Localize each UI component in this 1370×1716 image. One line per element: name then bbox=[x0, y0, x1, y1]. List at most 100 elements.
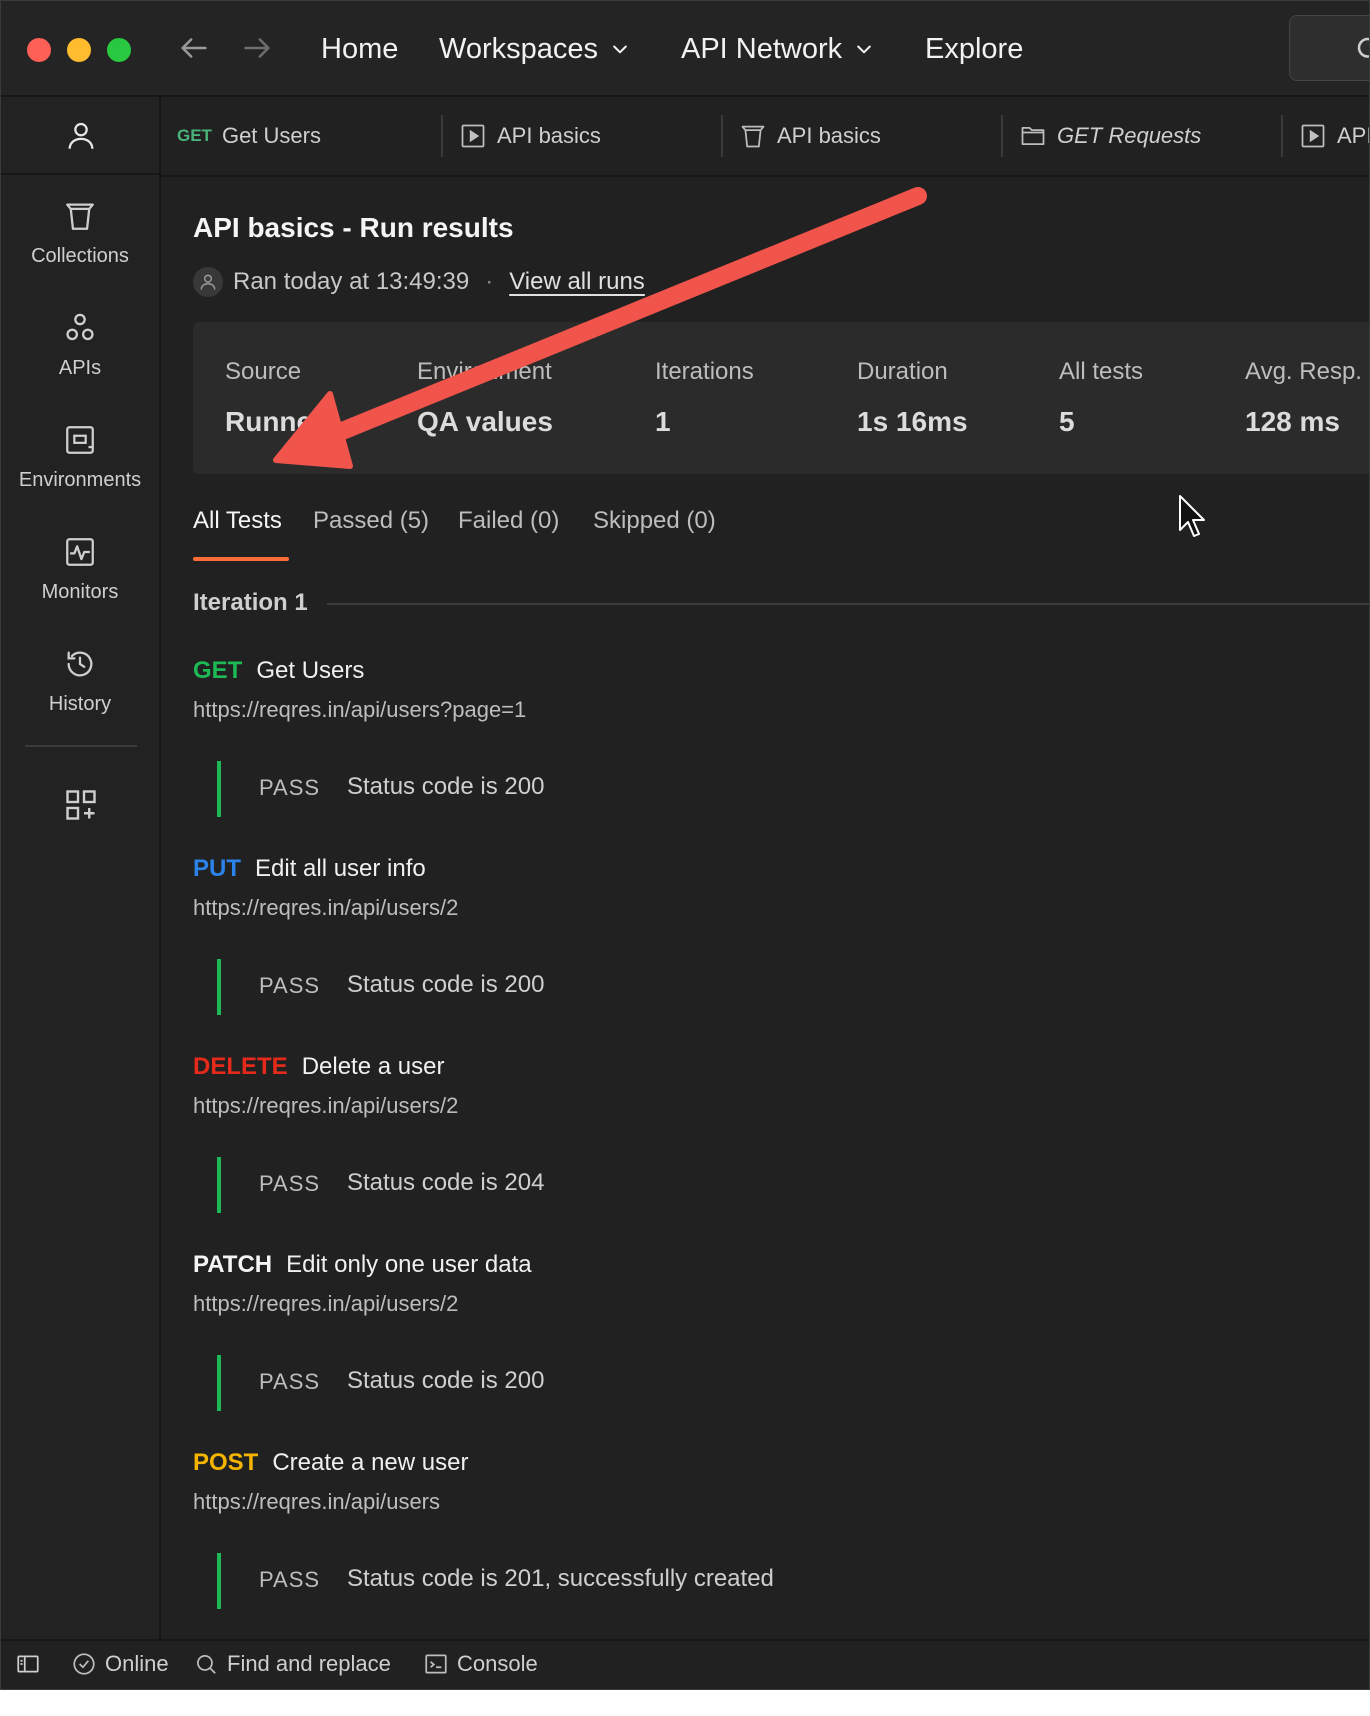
test-status: PASS bbox=[259, 775, 321, 800]
nav-workspaces[interactable]: Workspaces bbox=[439, 31, 630, 67]
left-sidebar: Collections APIs Environments Monitors H… bbox=[1, 97, 161, 1639]
test-name: Status code is 200 bbox=[347, 773, 545, 800]
online-label: Online bbox=[105, 1651, 169, 1676]
iteration-divider bbox=[327, 603, 1369, 605]
tab-runner-api-basics[interactable]: API basics bbox=[459, 97, 601, 175]
request-url: https://reqres.in/api/users/2 bbox=[193, 1093, 459, 1118]
runner-icon bbox=[1301, 124, 1325, 148]
sidebar-item-label: APIs bbox=[58, 357, 102, 379]
tab-get-requests-folder[interactable]: GET Requests bbox=[1019, 97, 1201, 175]
test-name: Status code is 204 bbox=[347, 1169, 545, 1196]
sidebar-item-environments[interactable]: Environments bbox=[1, 423, 159, 523]
open-tabs-bar: GET Get Users API basics API basics GET … bbox=[161, 97, 1369, 177]
close-window-button[interactable] bbox=[27, 38, 51, 62]
tab-skipped[interactable]: Skipped (0) bbox=[593, 507, 716, 535]
title-bar: Home Workspaces API Network Explore bbox=[1, 1, 1369, 97]
console-icon bbox=[425, 1654, 447, 1674]
request-heading[interactable]: POST Create a new user bbox=[193, 1449, 1343, 1477]
request-url: https://reqres.in/api/users/2 bbox=[193, 895, 459, 920]
summary-key: All tests bbox=[1059, 358, 1144, 385]
tab-method-badge: GET bbox=[177, 126, 212, 145]
test-name: Status code is 200 bbox=[347, 971, 545, 998]
check-circle-icon bbox=[73, 1653, 95, 1675]
pass-indicator-bar bbox=[217, 761, 221, 817]
nav-explore-label: Explore bbox=[925, 32, 1024, 65]
test-status: PASS bbox=[259, 1171, 321, 1196]
sidebar-item-label: Environments bbox=[18, 469, 142, 491]
find-replace-label: Find and replace bbox=[227, 1651, 391, 1676]
run-results-panel: API basics - Run results Ran today at 13… bbox=[161, 179, 1369, 1639]
sidebar-item-collections[interactable]: Collections bbox=[1, 199, 159, 299]
tab-separator bbox=[1001, 115, 1003, 157]
workspace-user-area[interactable] bbox=[1, 97, 159, 175]
meta-separator: · bbox=[485, 268, 494, 295]
test-name: Status code is 200 bbox=[347, 1367, 545, 1394]
folder-icon bbox=[1021, 126, 1045, 146]
tab-get-users[interactable]: GET Get Users bbox=[177, 97, 321, 175]
request-name: Get Users bbox=[256, 657, 365, 684]
request-heading[interactable]: PUT Edit all user info bbox=[193, 855, 1343, 883]
request-result: PATCH Edit only one user data https://req… bbox=[193, 1251, 1343, 1431]
tab-all-tests[interactable]: All Tests bbox=[193, 507, 282, 535]
summary-value: Runner bbox=[225, 406, 323, 437]
request-name: Delete a user bbox=[301, 1053, 445, 1080]
tab-separator bbox=[1281, 115, 1283, 157]
nav-workspaces-label: Workspaces bbox=[439, 32, 599, 65]
monitors-icon bbox=[66, 538, 94, 566]
summary-all-tests: All tests 5 bbox=[1059, 358, 1143, 438]
back-arrow-icon[interactable] bbox=[177, 31, 211, 65]
console-button[interactable]: Console bbox=[423, 1651, 538, 1677]
nav-explore[interactable]: Explore bbox=[925, 31, 1023, 67]
sidebar-item-monitors[interactable]: Monitors bbox=[1, 535, 159, 635]
request-result: PUT Edit all user info https://reqres.in/… bbox=[193, 855, 1343, 1035]
request-heading[interactable]: GET Get Users bbox=[193, 657, 1343, 685]
request-method: POST bbox=[193, 1449, 259, 1476]
request-method: DELETE bbox=[193, 1053, 288, 1080]
summary-value: 1 bbox=[655, 406, 671, 437]
summary-value: QA values bbox=[417, 406, 553, 437]
run-meta: Ran today at 13:49:39 · View all runs bbox=[193, 267, 645, 297]
configure-sidebar-icon[interactable] bbox=[63, 787, 99, 823]
tab-label: API basics bbox=[777, 123, 881, 148]
tab-failed[interactable]: Failed (0) bbox=[458, 507, 559, 535]
request-url: https://reqres.in/api/users?page=1 bbox=[193, 697, 527, 722]
tab-runner-api[interactable]: API bbox=[1299, 97, 1369, 175]
nav-api-network[interactable]: API Network bbox=[681, 31, 874, 67]
runner-icon bbox=[461, 124, 485, 148]
summary-key: Duration bbox=[857, 358, 948, 385]
user-icon bbox=[200, 274, 216, 290]
summary-duration: Duration 1s 16ms bbox=[857, 358, 968, 438]
sidebar-item-apis[interactable]: APIs bbox=[1, 311, 159, 411]
tab-collection-api-basics[interactable]: API basics bbox=[739, 97, 881, 175]
request-heading[interactable]: PATCH Edit only one user data bbox=[193, 1251, 1343, 1279]
search-box[interactable] bbox=[1289, 15, 1369, 81]
forward-arrow-icon[interactable] bbox=[240, 31, 274, 65]
avatar bbox=[193, 267, 223, 297]
collections-icon bbox=[66, 203, 94, 230]
nav-home[interactable]: Home bbox=[321, 31, 398, 67]
view-all-runs-link[interactable]: View all runs bbox=[509, 268, 645, 296]
search-icon bbox=[197, 1655, 216, 1674]
environments-icon bbox=[66, 426, 94, 454]
request-heading[interactable]: DELETE Delete a user bbox=[193, 1053, 1343, 1081]
summary-key: Avg. Resp. bbox=[1245, 358, 1362, 385]
collection-icon bbox=[741, 125, 765, 148]
test-status: PASS bbox=[259, 1369, 321, 1394]
tab-label: Get Users bbox=[221, 123, 321, 148]
sidebar-item-history[interactable]: History bbox=[1, 647, 159, 747]
tab-passed[interactable]: Passed (5) bbox=[313, 507, 429, 535]
nav-api-network-label: API Network bbox=[681, 32, 843, 65]
apis-icon bbox=[66, 313, 94, 341]
maximize-window-button[interactable] bbox=[107, 38, 131, 62]
sidebar-item-label: History bbox=[48, 693, 112, 715]
minimize-window-button[interactable] bbox=[67, 38, 91, 62]
active-tab-indicator bbox=[193, 557, 289, 561]
summary-avg-response: Avg. Resp. 128 ms bbox=[1245, 358, 1362, 438]
sidebar-item-label: Monitors bbox=[41, 581, 119, 603]
find-and-replace-button[interactable]: Find and replace bbox=[193, 1651, 391, 1677]
request-name: Edit only one user data bbox=[286, 1251, 532, 1278]
summary-iterations: Iterations 1 bbox=[655, 358, 754, 438]
toggle-sidebar-button[interactable] bbox=[15, 1651, 41, 1677]
history-icon bbox=[67, 651, 93, 677]
online-status[interactable]: Online bbox=[71, 1651, 169, 1677]
